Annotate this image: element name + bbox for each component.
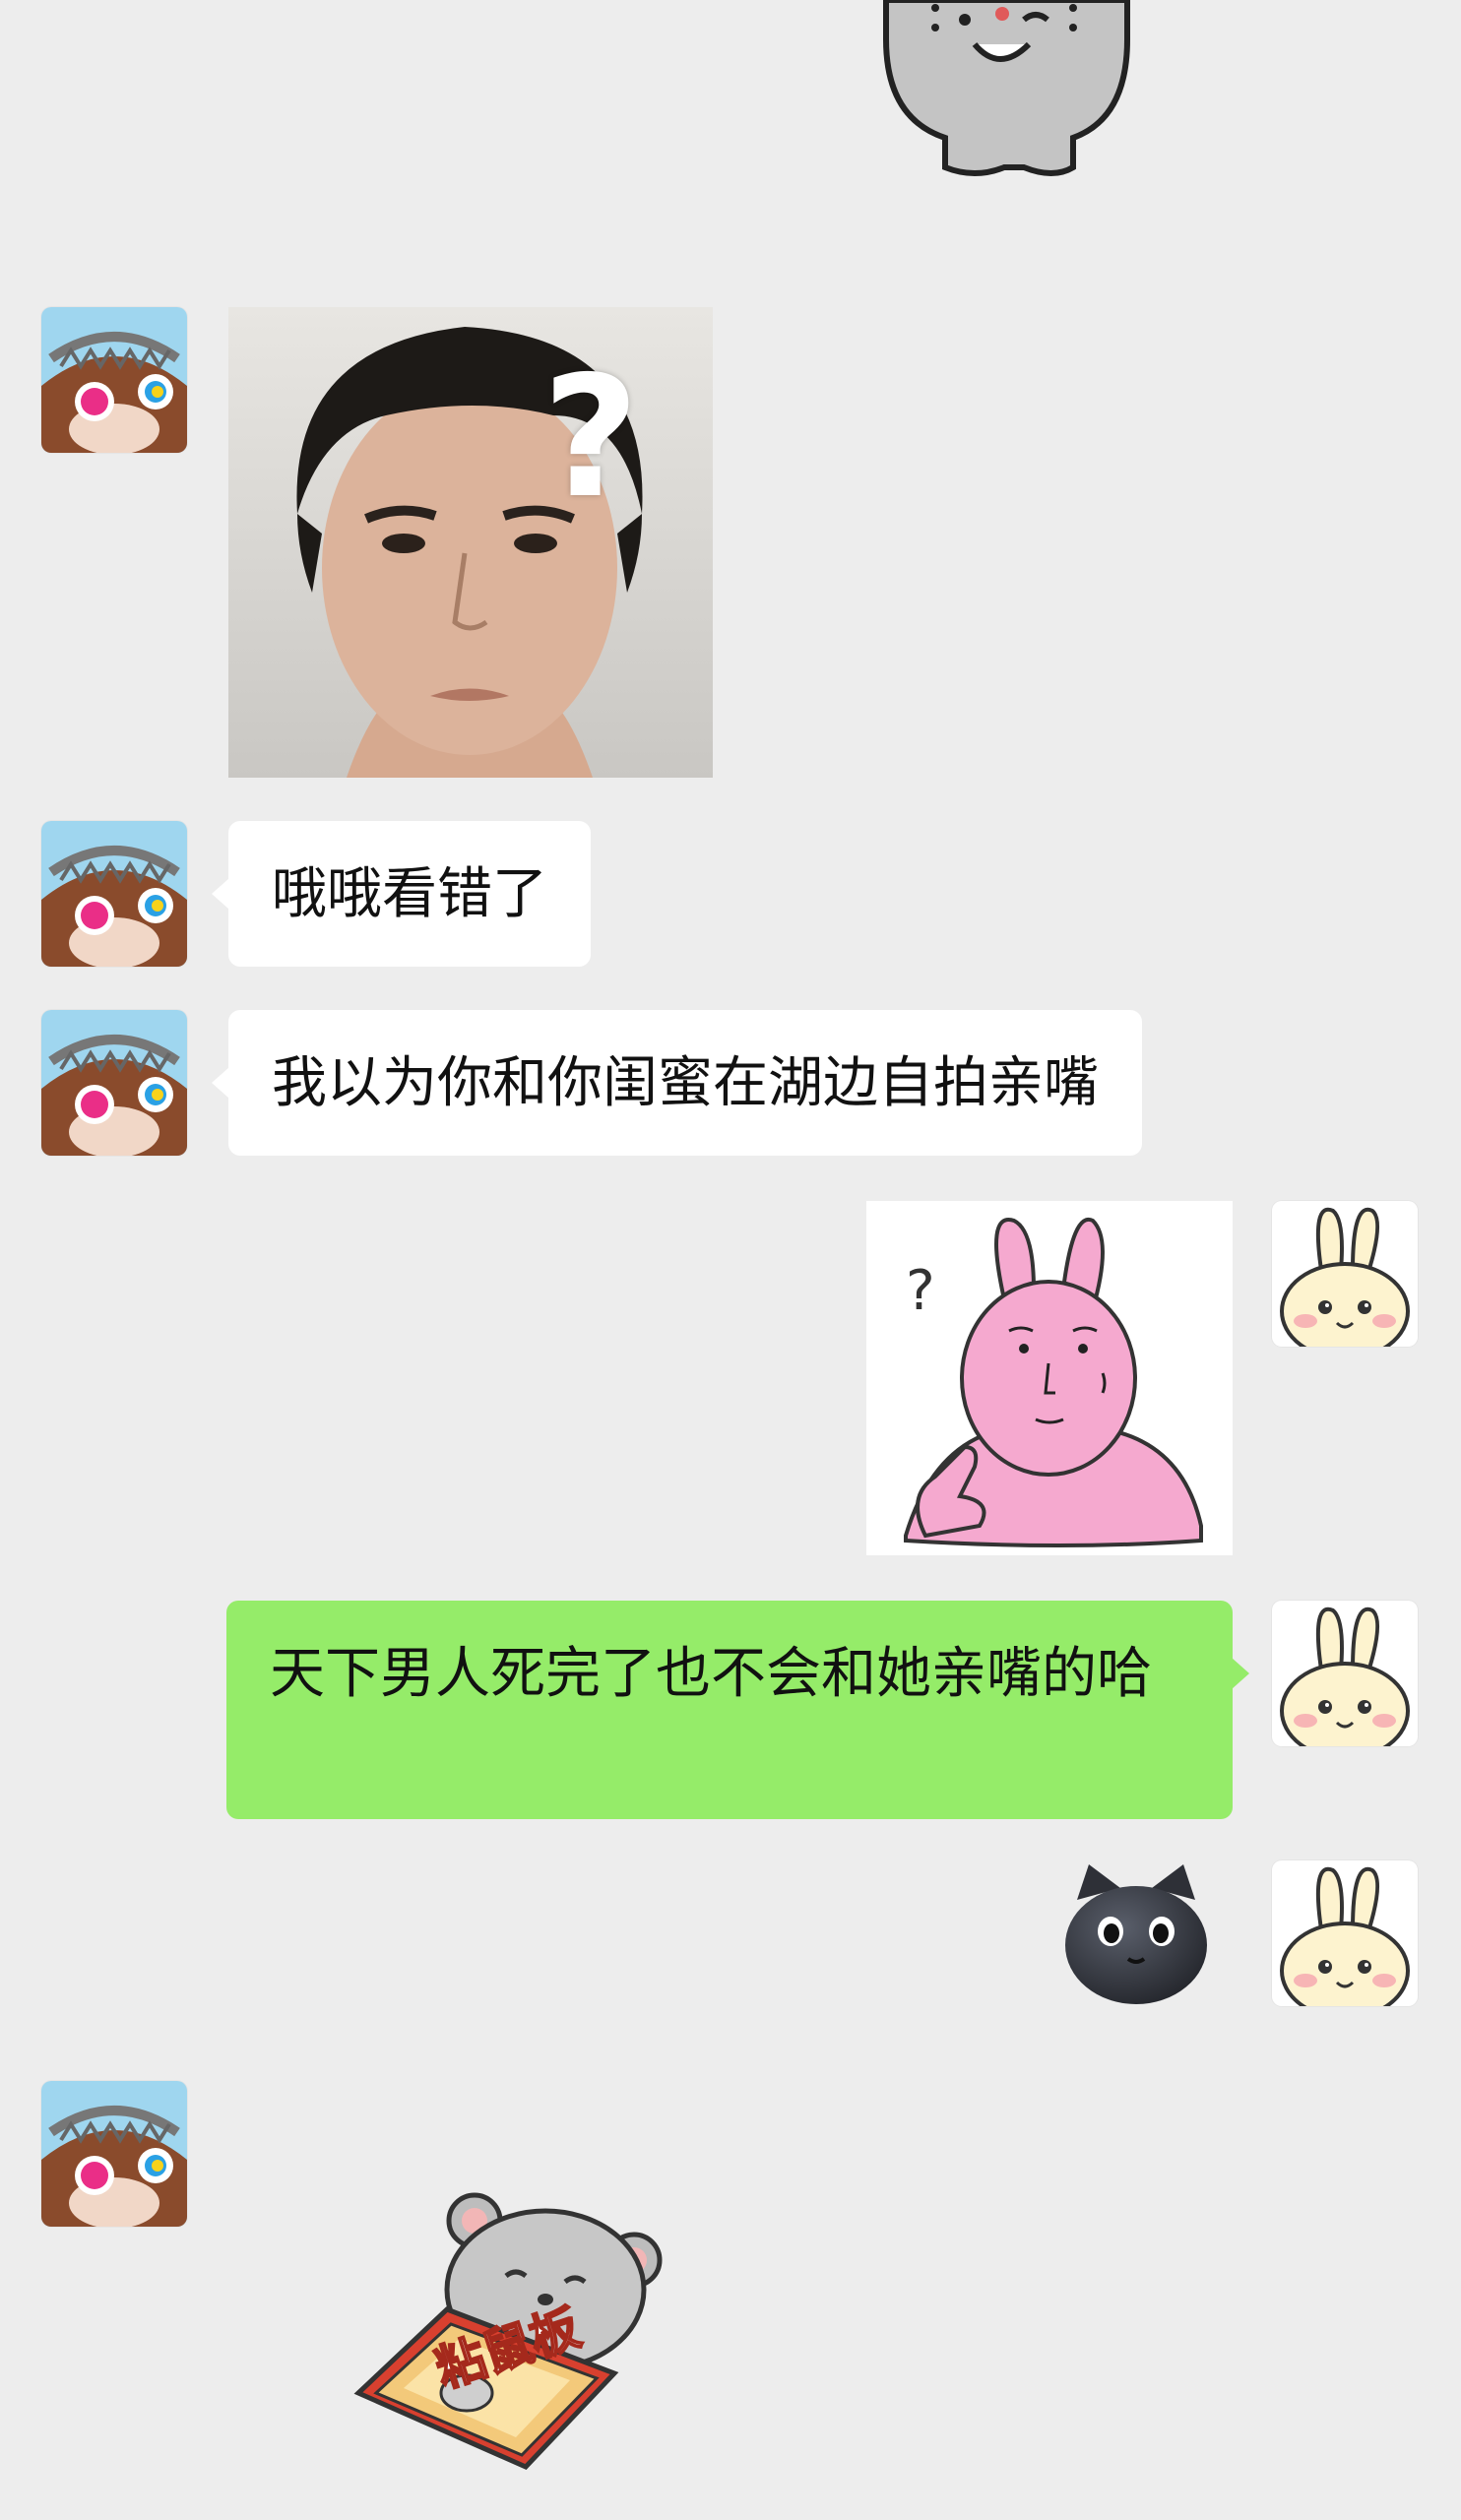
avatar-other[interactable] [41, 307, 187, 453]
brown-bear-avatar-icon [41, 1010, 187, 1156]
avatar-other[interactable] [41, 2081, 187, 2227]
photo-message[interactable]: ? [228, 307, 713, 778]
black-cat-face-icon [1065, 1864, 1207, 2004]
avatar-other[interactable] [41, 821, 187, 967]
cream-bunny-avatar-icon [1272, 1601, 1418, 1746]
glue-board-sticker[interactable]: 粘鼠板 [349, 2191, 673, 2477]
grey-cat-sticker-icon [883, 0, 1130, 176]
pink-rabbit-sticker-icon: ? [904, 1217, 1203, 1547]
question-overlay: ? [541, 341, 640, 536]
pink-rabbit-sticker[interactable]: ? [866, 1201, 1233, 1555]
bubble-tail [212, 878, 229, 910]
brown-bear-avatar-icon [41, 821, 187, 967]
bubble-tail [1232, 1658, 1249, 1689]
message-text: 哦哦看错了 [272, 862, 547, 926]
message-text: 天下男人死完了也不会和她亲嘴的哈 [270, 1642, 1152, 1706]
avatar-other[interactable] [41, 1010, 187, 1156]
avatar-self[interactable] [1272, 1201, 1418, 1347]
cream-bunny-avatar-icon [1272, 1860, 1418, 2006]
bubble-tail [212, 1067, 229, 1099]
cream-bunny-avatar-icon [1272, 1201, 1418, 1347]
message-bubble-incoming[interactable]: 我以为你和你闺蜜在湖边自拍亲嘴 [212, 1010, 1142, 1156]
grey-cat-sticker[interactable] [876, 0, 1142, 187]
avatar-self[interactable] [1272, 1601, 1418, 1746]
message-bubble-incoming[interactable]: 哦哦看错了 [212, 821, 591, 967]
chat-window: ? 哦哦看错了 我以为你和你闺蜜在湖边自拍亲嘴 ? 天下男人死完了也不会和她亲嘴… [0, 0, 1461, 2520]
brown-bear-avatar-icon [41, 2081, 187, 2227]
brown-bear-avatar-icon [41, 307, 187, 453]
rabbit-question-mark: ? [906, 1259, 935, 1323]
message-text: 我以为你和你闺蜜在湖边自拍亲嘴 [272, 1051, 1099, 1115]
black-cat-sticker[interactable] [1059, 1860, 1213, 2008]
mouse-glue-board-icon: 粘鼠板 [353, 2192, 663, 2470]
avatar-self[interactable] [1272, 1860, 1418, 2006]
message-bubble-outgoing[interactable]: 天下男人死完了也不会和她亲嘴的哈 [226, 1601, 1249, 1819]
